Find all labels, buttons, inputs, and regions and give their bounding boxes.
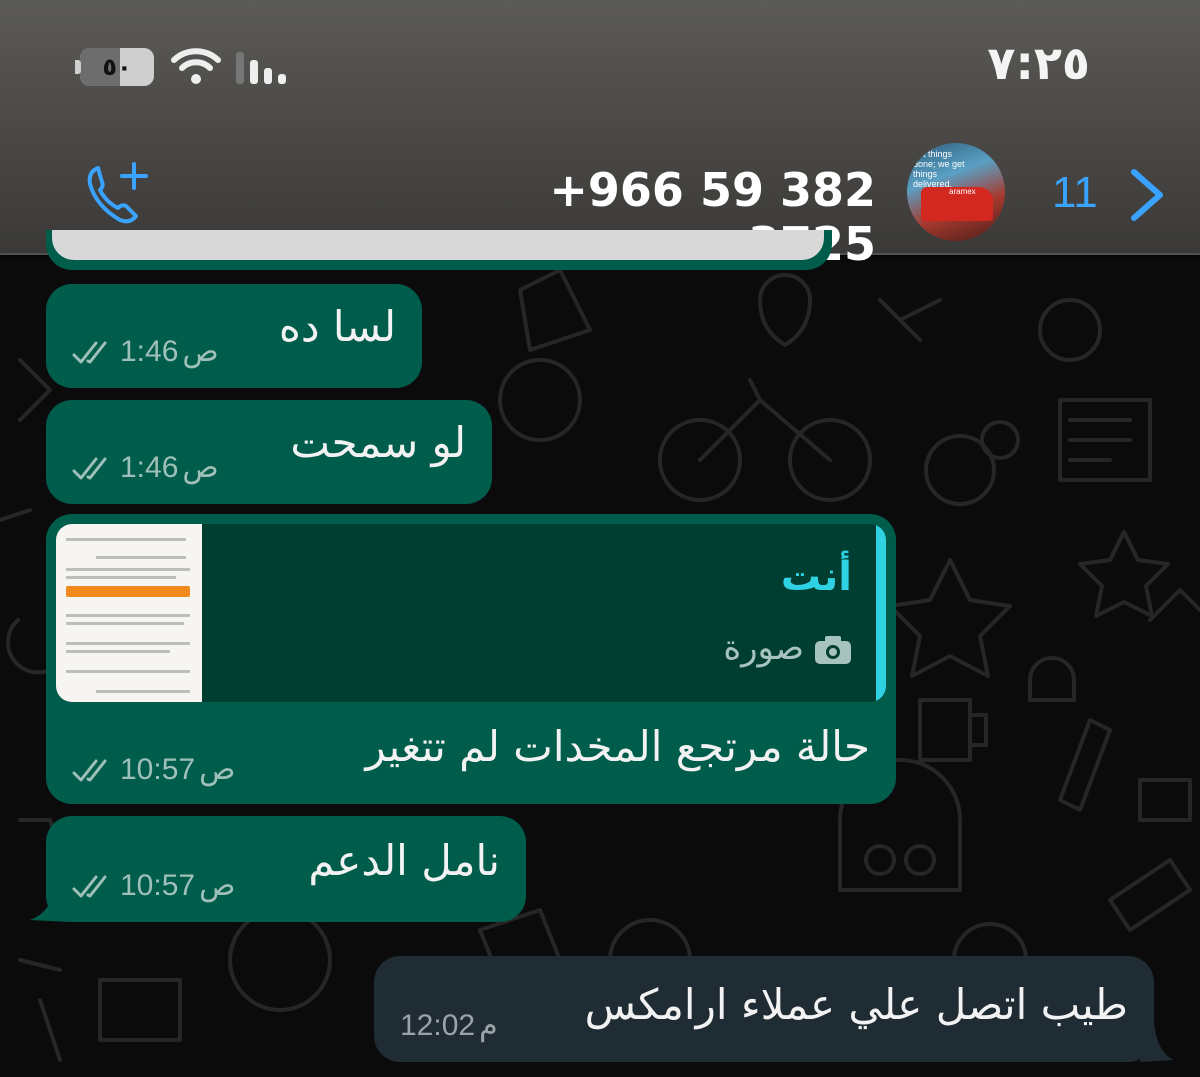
message-text: لو سمحت — [290, 418, 466, 467]
message-meta: ص10:57 — [72, 868, 243, 903]
message-text: لسا ده — [278, 302, 396, 351]
message-meta: ص10:57 — [72, 752, 243, 787]
bubble-tail — [30, 886, 70, 922]
read-ticks-icon — [72, 875, 107, 898]
reply-kind: صورة — [723, 628, 852, 668]
message-time: 1:46 — [120, 451, 179, 484]
contact-avatar[interactable]: get things done; we get things delivered… — [907, 143, 1005, 241]
message-bubble[interactable]: لو سمحت ص1:46 — [46, 400, 492, 504]
reply-kind-label: صورة — [723, 628, 804, 668]
message-ampm: م — [479, 1009, 498, 1042]
message-text: نامل الدعم — [308, 836, 500, 885]
message-bubble[interactable]: نامل الدعم ص10:57 — [46, 816, 526, 922]
reply-accent-bar — [876, 524, 886, 702]
message-ampm: ص — [199, 753, 236, 786]
message-time: 12:02 — [400, 1009, 476, 1042]
add-call-icon[interactable] — [84, 160, 154, 226]
message-meta: م12:02 — [400, 1008, 506, 1043]
reply-quote[interactable]: أنت صورة — [56, 524, 886, 702]
camera-icon — [815, 635, 851, 664]
previous-image-bubble[interactable] — [46, 230, 832, 270]
message-time: 10:57 — [120, 869, 196, 902]
battery-level: ٥٠ — [102, 53, 132, 81]
message-bubble-received[interactable]: طيب اتصل علي عملاء ارامكس م12:02 — [374, 956, 1154, 1062]
chat-header: ٥٠ ٧:٢٥ +966 59 382 3725 get things done… — [0, 0, 1200, 271]
message-ampm: ص — [182, 335, 219, 368]
previous-image-edge — [52, 230, 824, 260]
message-time: 10:57 — [120, 753, 196, 786]
battery-icon: ٥٠ — [80, 48, 154, 86]
message-bubble-with-reply[interactable]: أنت صورة حالة مرتجع المخدات لم تتغير ص10… — [46, 514, 896, 804]
message-meta: ص1:46 — [72, 334, 227, 369]
unread-count[interactable]: 11 — [1052, 168, 1098, 218]
signal-icon — [236, 52, 286, 84]
wifi-icon — [171, 48, 221, 84]
message-bubble[interactable]: لسا ده ص1:46 — [46, 284, 422, 388]
message-text: حالة مرتجع المخدات لم تتغير — [365, 722, 870, 771]
back-chevron-icon[interactable] — [1128, 168, 1168, 222]
avatar-tagline: get things done; we get things delivered… — [913, 149, 965, 189]
reply-author: أنت — [780, 554, 852, 600]
message-meta: ص1:46 — [72, 450, 227, 485]
battery-nub — [75, 60, 81, 74]
read-ticks-icon — [72, 341, 107, 364]
bubble-tail — [1140, 1020, 1174, 1062]
reply-image-thumbnail — [56, 524, 202, 702]
avatar-brand: aramex — [949, 187, 976, 196]
message-ampm: ص — [199, 869, 236, 902]
read-ticks-icon — [72, 759, 107, 782]
read-ticks-icon — [72, 457, 107, 480]
message-ampm: ص — [182, 451, 219, 484]
message-text: طيب اتصل علي عملاء ارامكس — [584, 980, 1128, 1029]
message-time: 1:46 — [120, 335, 179, 368]
status-clock: ٧:٢٥ — [987, 36, 1090, 90]
